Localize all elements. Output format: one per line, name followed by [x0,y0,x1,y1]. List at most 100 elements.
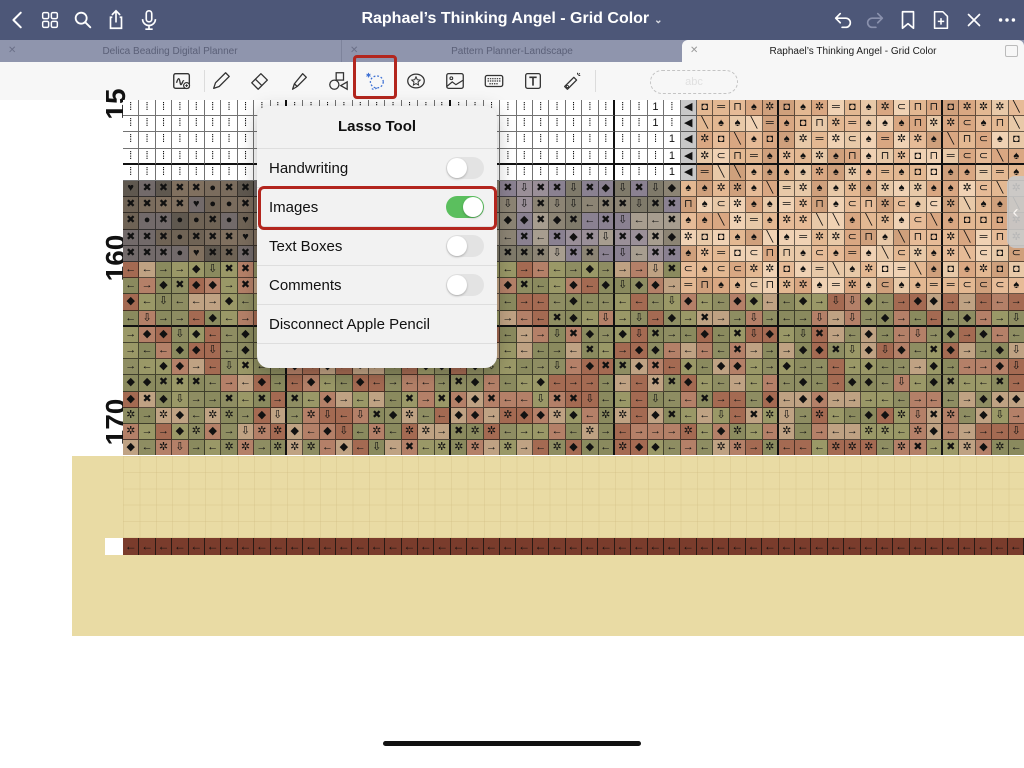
share-button[interactable] [104,8,128,32]
grid-cell: ◆ [664,229,681,246]
grid-cell: ═ [680,278,697,295]
grid-cell: ⇩ [139,310,156,327]
grid-cell: ◘ [779,100,796,117]
redo-button[interactable] [863,8,887,32]
grid-cell: ✲ [598,407,615,424]
images-toggle[interactable] [446,196,484,218]
grid-cell: ⊓ [992,116,1009,133]
grid-cell: ♠ [893,278,911,295]
grid-cell: ⇩ [549,245,566,262]
grid-cell: 1 [664,132,681,149]
grid-cell: ♠ [811,181,829,198]
sidebar-handle[interactable]: ‹ [1007,176,1024,248]
grid-cell: ← [500,294,517,311]
shapes-tool[interactable] [324,68,352,94]
lasso-option-text-boxes[interactable]: Text Boxes [257,227,497,266]
grid-cell: ← [533,424,550,441]
close-tab-icon[interactable]: ✕ [690,45,698,56]
lasso-option-comments[interactable]: Comments [257,266,497,305]
grid-cell: ← [779,310,796,327]
grid-cell: ✲ [811,229,829,246]
grid-cell: ⇩ [992,407,1009,424]
search-button[interactable] [71,8,95,32]
grid-cell: ◆ [844,375,861,392]
bookmark-icon [901,10,915,30]
grid-view-button[interactable] [38,8,62,32]
image-tool[interactable] [441,68,469,94]
handwriting-toggle[interactable] [446,157,484,179]
grid-cell: ✲ [729,213,747,230]
elements-tool[interactable] [402,68,430,94]
grid-cell: ← [680,343,697,360]
grid-cell: ◆ [647,278,665,295]
grid-cell: ← [959,375,976,392]
split-view-icon[interactable] [1005,45,1018,57]
undo-button[interactable] [831,8,855,32]
laser-pointer-tool[interactable] [558,68,586,94]
highlighter-tool[interactable] [285,68,313,94]
text-boxes-toggle[interactable] [446,235,484,257]
grid-cell: ✖ [647,359,665,376]
comments-toggle[interactable] [446,274,484,296]
pen-tool[interactable] [207,68,235,94]
option-label: Handwriting [269,159,349,177]
grid-cell: ♠ [729,116,747,133]
grid-cell: ← [631,407,648,424]
grid-cell: ⊓ [729,148,747,165]
grid-cell: ← [664,343,681,360]
grid-cell: ⊓ [910,100,927,117]
grid-cell: ◆ [713,359,730,376]
option-label: Images [269,198,319,216]
grid-cell: → [434,424,451,441]
grid-cell: ✖ [287,391,304,408]
grid-cell: ← [205,440,222,455]
grid-cell: ← [369,375,386,392]
grid-cell: → [139,424,156,441]
document-title-button[interactable]: Raphael’s Thinking Angel - Grid Color ⌄ [361,10,662,27]
grid-cell: ← [992,326,1009,343]
grid-cell: ⊓ [729,100,747,117]
grid-cell: ← [582,407,599,424]
grid-cell: ← [844,538,861,555]
grid-cell: ◘ [959,213,976,230]
grid-cell: ♠ [680,245,697,262]
add-page-button[interactable] [929,8,953,32]
grid-cell: ✖ [533,213,550,230]
grid-cell: ← [352,391,369,408]
grid-cell: ⇩ [1008,359,1024,376]
grid-cell: ⁞ [205,148,222,165]
tab-raphaels-angel[interactable]: ✕ Raphael’s Thinking Angel - Grid Color [682,40,1024,62]
close-tab-icon[interactable]: ✕ [8,45,16,56]
text-box-tool[interactable] [519,68,547,94]
handwriting-conversion-pill[interactable]: abc [650,70,738,94]
lasso-option-handwriting[interactable]: Handwriting [257,149,497,188]
grid-cell: ← [549,375,566,392]
grid-cell: ✖ [237,278,255,295]
tab-delica-beading[interactable]: ✕ Delica Beading Digital Planner [0,40,340,62]
grid-cell: → [811,424,829,441]
keyboard-tool[interactable] [480,68,508,94]
grid-cell: ♠ [828,164,845,181]
grid-cell: ← [205,359,222,376]
grid-cell: ⁞ [237,100,255,117]
more-button[interactable] [995,8,1019,32]
disconnect-apple-pencil-button[interactable]: Disconnect Apple Pencil [257,305,497,344]
grid-cell: ⁞ [598,100,615,117]
lasso-option-images[interactable]: Images [257,188,497,227]
zoom-window-tool[interactable] [168,68,196,94]
grid-cell: ♠ [861,164,878,181]
grid-cell: ♥ [188,197,205,214]
bookmark-button[interactable] [896,8,920,32]
grid-cell: ✲ [713,440,730,455]
grid-cell: ← [697,538,714,555]
back-button[interactable] [6,8,30,32]
grid-cell: → [959,294,976,311]
grid-cell: → [155,424,173,441]
eraser-tool[interactable] [246,68,274,94]
more-icon [998,18,1016,22]
grid-cell: ✲ [910,245,927,262]
dictation-button[interactable] [137,8,161,32]
grid-cell: ✖ [598,197,615,214]
grid-cell: ● [172,245,189,262]
close-button[interactable] [962,8,986,32]
